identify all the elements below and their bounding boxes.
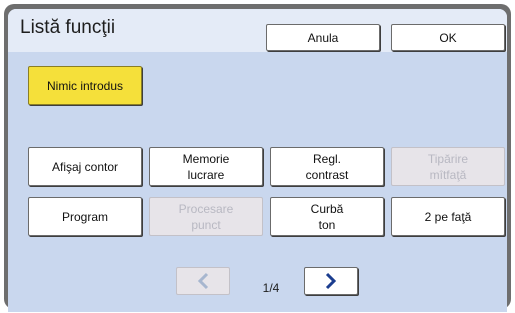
next-page-button[interactable] [304,267,358,295]
tone-curve-button[interactable]: Curbă ton [270,197,384,236]
chevron-left-icon [196,256,210,306]
cancel-button[interactable]: Anula [266,24,380,51]
previous-page-button[interactable] [176,267,230,295]
edge-print-button[interactable]: Tipărire mîtfaţă [391,147,505,186]
dot-processing-button[interactable]: Procesare punct [149,197,263,236]
function-list-panel: Listă funcţii Anula OK Nimic introdus Af… [8,9,507,312]
nothing-entered-button[interactable]: Nimic introdus [28,66,142,105]
program-button[interactable]: Program [28,197,142,236]
two-up-button[interactable]: 2 pe faţă [391,197,505,236]
chevron-right-icon [324,256,338,306]
page-indicator: 1/4 [262,281,280,295]
page-title: Listă funcţii [20,17,116,38]
job-memory-button[interactable]: Memorie lucrare [149,147,263,186]
counter-display-button[interactable]: Afişaj contor [28,147,142,186]
ok-button[interactable]: OK [391,24,505,51]
contrast-adjust-button[interactable]: Regl. contrast [270,147,384,186]
